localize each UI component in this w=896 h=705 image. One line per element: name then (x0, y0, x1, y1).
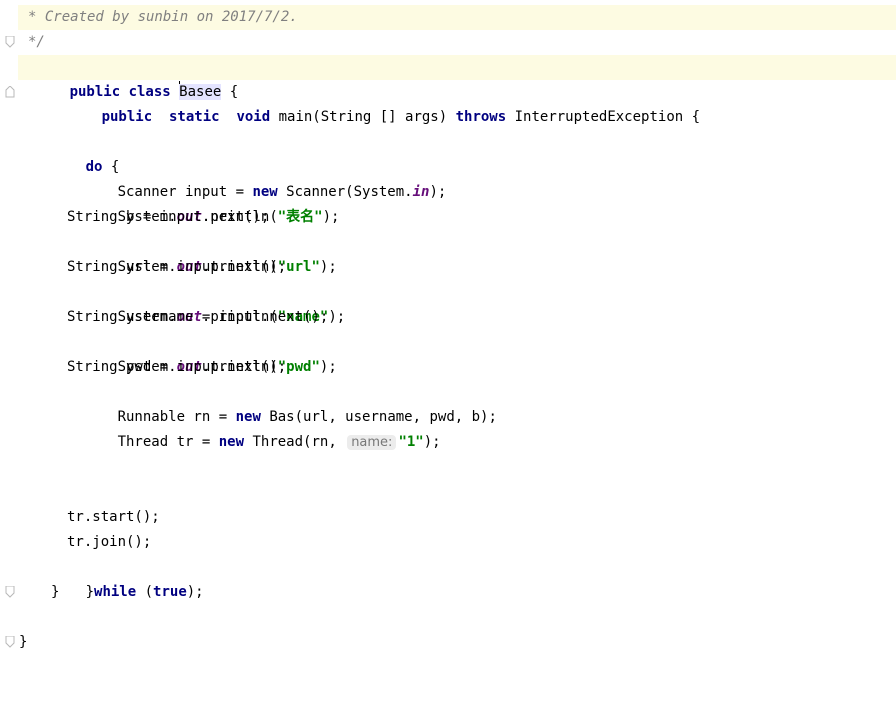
comment-end: */ (28, 34, 45, 50)
code-text: Thread(rn, (244, 434, 346, 450)
code-line: System.out.println("url"); (18, 230, 896, 275)
code-text: ); (423, 434, 441, 450)
code-line: } (18, 630, 896, 655)
code-line-main: public static void main(String [] args) … (18, 80, 896, 125)
code-line: String url = input.next(); (18, 255, 896, 280)
code-line: tr.join(); (18, 530, 896, 555)
code-text: Thread tr = (117, 434, 219, 450)
code-statement: String username = input.next(); (67, 309, 329, 325)
fold-marker-icon[interactable] (5, 586, 15, 598)
code-statement: tr.start(); (67, 509, 160, 525)
comment-text: * Created by sunbin on 2017/7/2. (28, 9, 298, 25)
code-line: * Created by sunbin on 2017/7/2. (18, 5, 896, 30)
code-line: String username = input.next(); (18, 305, 896, 330)
code-line-while: }while (true); (18, 555, 896, 600)
code-line: */ (18, 30, 896, 55)
code-line: tr.start(); (18, 505, 896, 530)
code-line-do: do { (18, 130, 896, 175)
code-line: Thread tr = new Thread(rn, name: "1"); (18, 405, 896, 450)
keyword: new (218, 434, 245, 450)
fold-marker-icon[interactable] (5, 636, 15, 648)
main-signature: main(String [] args) (270, 109, 456, 125)
keyword: public static void (101, 109, 271, 125)
code-line: System.out.println("表名"); (18, 180, 896, 225)
code-statement: String url = input.next(); (67, 259, 287, 275)
code-line: Runnable rn = new Bas(url, username, pwd… (18, 380, 896, 425)
code-statement: String b = input.next(); (67, 209, 270, 225)
keyword: throws (455, 109, 507, 125)
code-line: System.out.println("pwd"); (18, 330, 896, 375)
code-statement: Thread tr = new Thread(rn, name: "1"); (67, 405, 441, 480)
brace: } (51, 584, 60, 600)
code-line: String b = input.next(); (18, 205, 896, 230)
brace: } (19, 634, 28, 650)
code-line: } (18, 580, 896, 605)
code-statement: String pwd = input.next(); (67, 359, 287, 375)
code-statement: tr.join(); (67, 534, 152, 550)
fold-marker-icon[interactable] (5, 86, 15, 98)
code-line: System.out.println("name"); (18, 280, 896, 325)
code-line: String pwd = input.next(); (18, 355, 896, 380)
exception-name: InterruptedException { (506, 109, 701, 125)
editor-gutter (0, 0, 18, 685)
code-line: Scanner input = new Scanner(System.in); (18, 155, 896, 200)
code-line-class-declaration: public class Basee { (18, 55, 896, 100)
fold-marker-icon[interactable] (5, 36, 15, 48)
string-literal: "1" (398, 434, 424, 450)
parameter-hint: name: (347, 435, 397, 450)
